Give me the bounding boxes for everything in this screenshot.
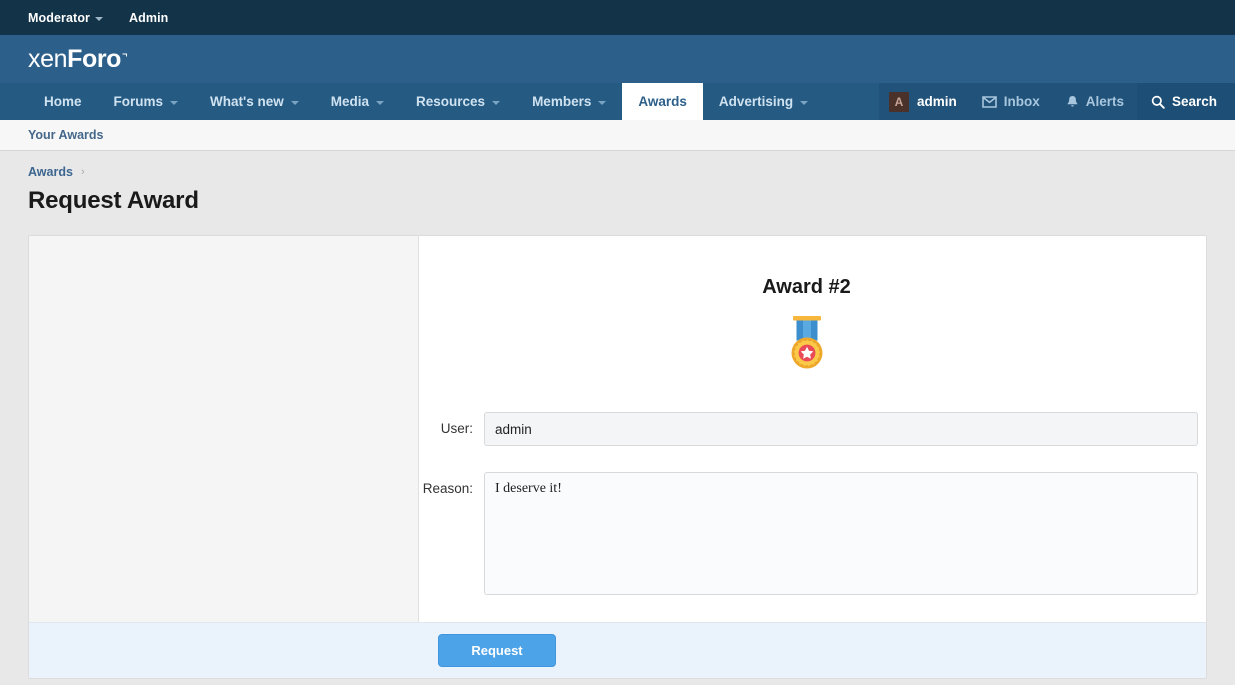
nav-right-group: A admin Inbox Alerts: [879, 83, 1235, 120]
visitor-username: admin: [917, 94, 957, 109]
nav-item-resources-label: Resources: [416, 94, 485, 109]
staff-link-admin-label: Admin: [129, 11, 168, 25]
breadcrumb-item-awards[interactable]: Awards: [28, 165, 73, 179]
nav-item-home[interactable]: Home: [28, 83, 98, 120]
nav-item-search-label: Search: [1172, 94, 1217, 109]
main-navigation: Home Forums What's new Media Resources M…: [0, 83, 1235, 120]
user-field-label: User:: [401, 412, 473, 436]
nav-item-members-label: Members: [532, 94, 591, 109]
chevron-down-icon: [376, 101, 384, 105]
staff-bar: Moderator Admin: [0, 0, 1235, 35]
sub-navigation: Your Awards: [0, 120, 1235, 151]
breadcrumb-separator-icon: ›: [81, 166, 85, 178]
nav-item-alerts-label: Alerts: [1086, 94, 1124, 109]
search-icon: [1151, 95, 1165, 109]
nav-item-media-label: Media: [331, 94, 369, 109]
nav-item-forums-label: Forums: [114, 94, 164, 109]
site-header: xenForo¬: [0, 35, 1235, 83]
staff-link-moderator[interactable]: Moderator: [28, 11, 103, 25]
request-button[interactable]: Request: [438, 634, 556, 667]
reason-field-label: Reason:: [401, 472, 473, 496]
request-award-block: Award #2: [28, 235, 1207, 679]
chevron-down-icon: [598, 101, 606, 105]
chevron-down-icon: [170, 101, 178, 105]
chevron-down-icon: [291, 101, 299, 105]
bell-icon: [1066, 95, 1079, 109]
staff-link-moderator-label: Moderator: [28, 11, 90, 25]
user-field-control: [473, 412, 1198, 446]
request-award-form: Award #2: [29, 236, 1206, 622]
site-logo-light: xen: [28, 45, 67, 73]
nav-item-visitor-menu[interactable]: A admin: [879, 83, 969, 120]
breadcrumb-bottom: Awards ›: [0, 679, 1235, 685]
nav-item-media[interactable]: Media: [315, 83, 400, 120]
nav-item-resources[interactable]: Resources: [400, 83, 516, 120]
nav-item-advertising-label: Advertising: [719, 94, 793, 109]
trademark-icon: ¬: [122, 49, 127, 59]
form-row-user: User:: [419, 412, 1198, 446]
nav-item-awards-label: Awards: [638, 94, 687, 109]
reason-field-control: I deserve it!: [473, 472, 1198, 600]
form-row-reason: Reason: I deserve it!: [419, 472, 1198, 600]
form-footer: Request: [29, 622, 1206, 678]
subnav-item-your-awards[interactable]: Your Awards: [28, 128, 103, 142]
avatar: A: [889, 92, 909, 112]
chevron-down-icon: [95, 17, 103, 21]
award-icon-container: [419, 315, 1198, 376]
nav-item-inbox-label: Inbox: [1004, 94, 1040, 109]
form-footer-inner: Request: [427, 634, 556, 667]
nav-item-awards[interactable]: Awards: [622, 83, 703, 120]
page-title: Request Award: [28, 187, 1235, 215]
form-main-column: Award #2: [419, 236, 1206, 622]
breadcrumb: Awards ›: [0, 151, 1235, 179]
nav-item-whats-new-label: What's new: [210, 94, 284, 109]
nav-item-forums[interactable]: Forums: [98, 83, 195, 120]
form-side-column: [29, 236, 419, 622]
chevron-down-icon: [800, 101, 808, 105]
staff-link-admin[interactable]: Admin: [129, 11, 168, 25]
envelope-icon: [982, 96, 997, 108]
user-input[interactable]: [484, 412, 1198, 446]
reason-textarea[interactable]: I deserve it!: [484, 472, 1198, 595]
medal-icon: [784, 315, 830, 376]
nav-item-inbox[interactable]: Inbox: [969, 83, 1053, 120]
nav-item-home-label: Home: [44, 94, 82, 109]
nav-item-search[interactable]: Search: [1137, 83, 1235, 120]
nav-item-members[interactable]: Members: [516, 83, 622, 120]
site-logo-bold: Foro: [67, 45, 121, 73]
nav-item-alerts[interactable]: Alerts: [1053, 83, 1137, 120]
chevron-down-icon: [492, 101, 500, 105]
nav-item-whats-new[interactable]: What's new: [194, 83, 315, 120]
site-logo[interactable]: xenForo¬: [28, 45, 127, 74]
award-title: Award #2: [419, 276, 1198, 299]
nav-item-advertising[interactable]: Advertising: [703, 83, 824, 120]
